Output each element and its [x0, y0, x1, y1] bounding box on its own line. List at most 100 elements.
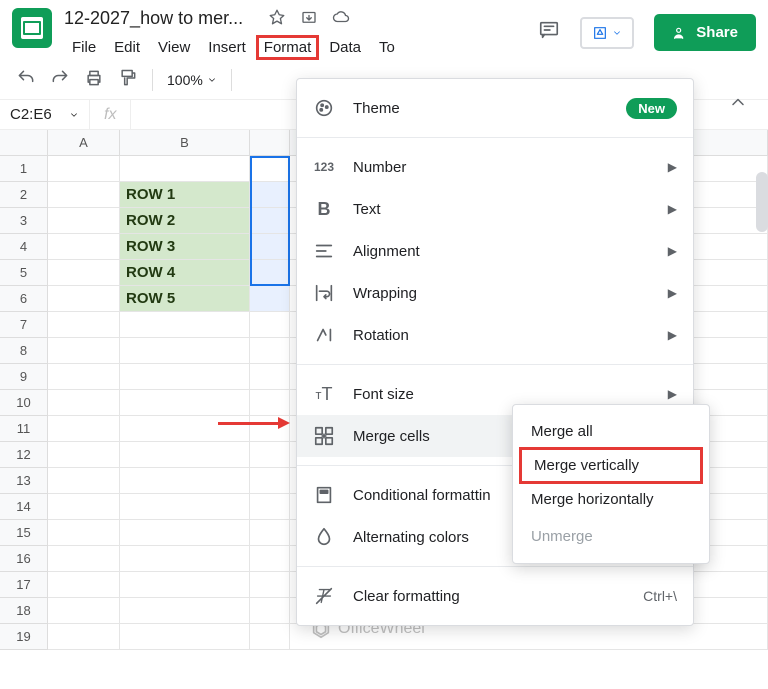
- cell[interactable]: [250, 312, 290, 338]
- cell[interactable]: [250, 364, 290, 390]
- cell[interactable]: [120, 598, 250, 624]
- print-icon[interactable]: [84, 68, 104, 91]
- row-header[interactable]: 6: [0, 286, 48, 312]
- cell[interactable]: [250, 624, 290, 650]
- cell[interactable]: [120, 442, 250, 468]
- cell[interactable]: [250, 156, 290, 182]
- cell[interactable]: [48, 598, 120, 624]
- cell[interactable]: [48, 312, 120, 338]
- cell[interactable]: [120, 468, 250, 494]
- cell[interactable]: [250, 390, 290, 416]
- menu-format[interactable]: Format: [256, 35, 320, 60]
- comments-icon[interactable]: [538, 19, 560, 46]
- cell[interactable]: [48, 624, 120, 650]
- menu-number[interactable]: 123 Number ▶: [297, 146, 693, 188]
- merge-all[interactable]: Merge all: [513, 413, 709, 450]
- cell[interactable]: [48, 572, 120, 598]
- cell[interactable]: [48, 286, 120, 312]
- doc-title[interactable]: 12-2027_how to mer...: [64, 8, 243, 29]
- cell[interactable]: ROW 4: [120, 260, 250, 286]
- row-header[interactable]: 13: [0, 468, 48, 494]
- row-header[interactable]: 12: [0, 442, 48, 468]
- row-header[interactable]: 9: [0, 364, 48, 390]
- row-header[interactable]: 18: [0, 598, 48, 624]
- collapse-icon[interactable]: [728, 92, 748, 117]
- cell[interactable]: [250, 442, 290, 468]
- cell[interactable]: ROW 1: [120, 182, 250, 208]
- menu-clear-formatting[interactable]: Clear formatting Ctrl+\: [297, 575, 693, 617]
- cell[interactable]: [250, 260, 290, 286]
- cell[interactable]: [48, 364, 120, 390]
- row-header[interactable]: 10: [0, 390, 48, 416]
- cell[interactable]: [250, 286, 290, 312]
- cell[interactable]: [120, 494, 250, 520]
- cell[interactable]: ROW 5: [120, 286, 250, 312]
- sheets-logo[interactable]: [12, 8, 52, 48]
- redo-icon[interactable]: [50, 68, 70, 91]
- menu-theme[interactable]: Theme New: [297, 87, 693, 129]
- row-header[interactable]: 4: [0, 234, 48, 260]
- move-icon[interactable]: [300, 8, 318, 31]
- cell[interactable]: [250, 208, 290, 234]
- cell[interactable]: [48, 182, 120, 208]
- cell[interactable]: [48, 338, 120, 364]
- share-button[interactable]: Share: [654, 14, 756, 51]
- row-header[interactable]: 16: [0, 546, 48, 572]
- cell[interactable]: [120, 520, 250, 546]
- cell[interactable]: [120, 312, 250, 338]
- cell[interactable]: [250, 468, 290, 494]
- cell[interactable]: [120, 364, 250, 390]
- cell[interactable]: [250, 494, 290, 520]
- cell[interactable]: [120, 338, 250, 364]
- menu-alignment[interactable]: Alignment ▶: [297, 230, 693, 272]
- row-header[interactable]: 7: [0, 312, 48, 338]
- merge-vertically[interactable]: Merge vertically: [519, 447, 703, 484]
- cell[interactable]: [48, 416, 120, 442]
- row-header[interactable]: 14: [0, 494, 48, 520]
- row-header[interactable]: 11: [0, 416, 48, 442]
- menu-file[interactable]: File: [64, 35, 104, 60]
- zoom-dropdown[interactable]: 100%: [167, 72, 217, 88]
- menu-view[interactable]: View: [150, 35, 198, 60]
- cell[interactable]: [48, 442, 120, 468]
- cell[interactable]: [48, 234, 120, 260]
- cell[interactable]: [48, 208, 120, 234]
- cell[interactable]: [250, 182, 290, 208]
- menu-edit[interactable]: Edit: [106, 35, 148, 60]
- menu-wrapping[interactable]: Wrapping ▶: [297, 272, 693, 314]
- cell[interactable]: [48, 390, 120, 416]
- row-header[interactable]: 1: [0, 156, 48, 182]
- cell[interactable]: [120, 416, 250, 442]
- cell[interactable]: [48, 546, 120, 572]
- menu-data[interactable]: Data: [321, 35, 369, 60]
- cell[interactable]: [48, 468, 120, 494]
- present-button[interactable]: [580, 17, 634, 49]
- menu-tools[interactable]: To: [371, 35, 403, 60]
- cell[interactable]: ROW 2: [120, 208, 250, 234]
- cell[interactable]: [250, 520, 290, 546]
- cell[interactable]: [250, 572, 290, 598]
- undo-icon[interactable]: [16, 68, 36, 91]
- menu-rotation[interactable]: Rotation ▶: [297, 314, 693, 356]
- cell[interactable]: [120, 546, 250, 572]
- paint-format-icon[interactable]: [118, 68, 138, 91]
- cell[interactable]: [48, 156, 120, 182]
- cell[interactable]: [250, 234, 290, 260]
- cell[interactable]: [250, 598, 290, 624]
- star-icon[interactable]: [268, 8, 286, 31]
- cloud-icon[interactable]: [332, 8, 350, 31]
- cell[interactable]: ROW 3: [120, 234, 250, 260]
- row-header[interactable]: 8: [0, 338, 48, 364]
- cell[interactable]: [120, 390, 250, 416]
- col-header-a[interactable]: A: [48, 130, 120, 156]
- name-box[interactable]: C2:E6: [0, 100, 90, 129]
- cell[interactable]: [120, 156, 250, 182]
- row-header[interactable]: 17: [0, 572, 48, 598]
- row-header[interactable]: 3: [0, 208, 48, 234]
- cell[interactable]: [120, 624, 250, 650]
- row-header[interactable]: 19: [0, 624, 48, 650]
- cell[interactable]: [48, 260, 120, 286]
- menu-text[interactable]: B Text ▶: [297, 188, 693, 230]
- menu-insert[interactable]: Insert: [200, 35, 254, 60]
- scrollbar-thumb[interactable]: [756, 172, 768, 232]
